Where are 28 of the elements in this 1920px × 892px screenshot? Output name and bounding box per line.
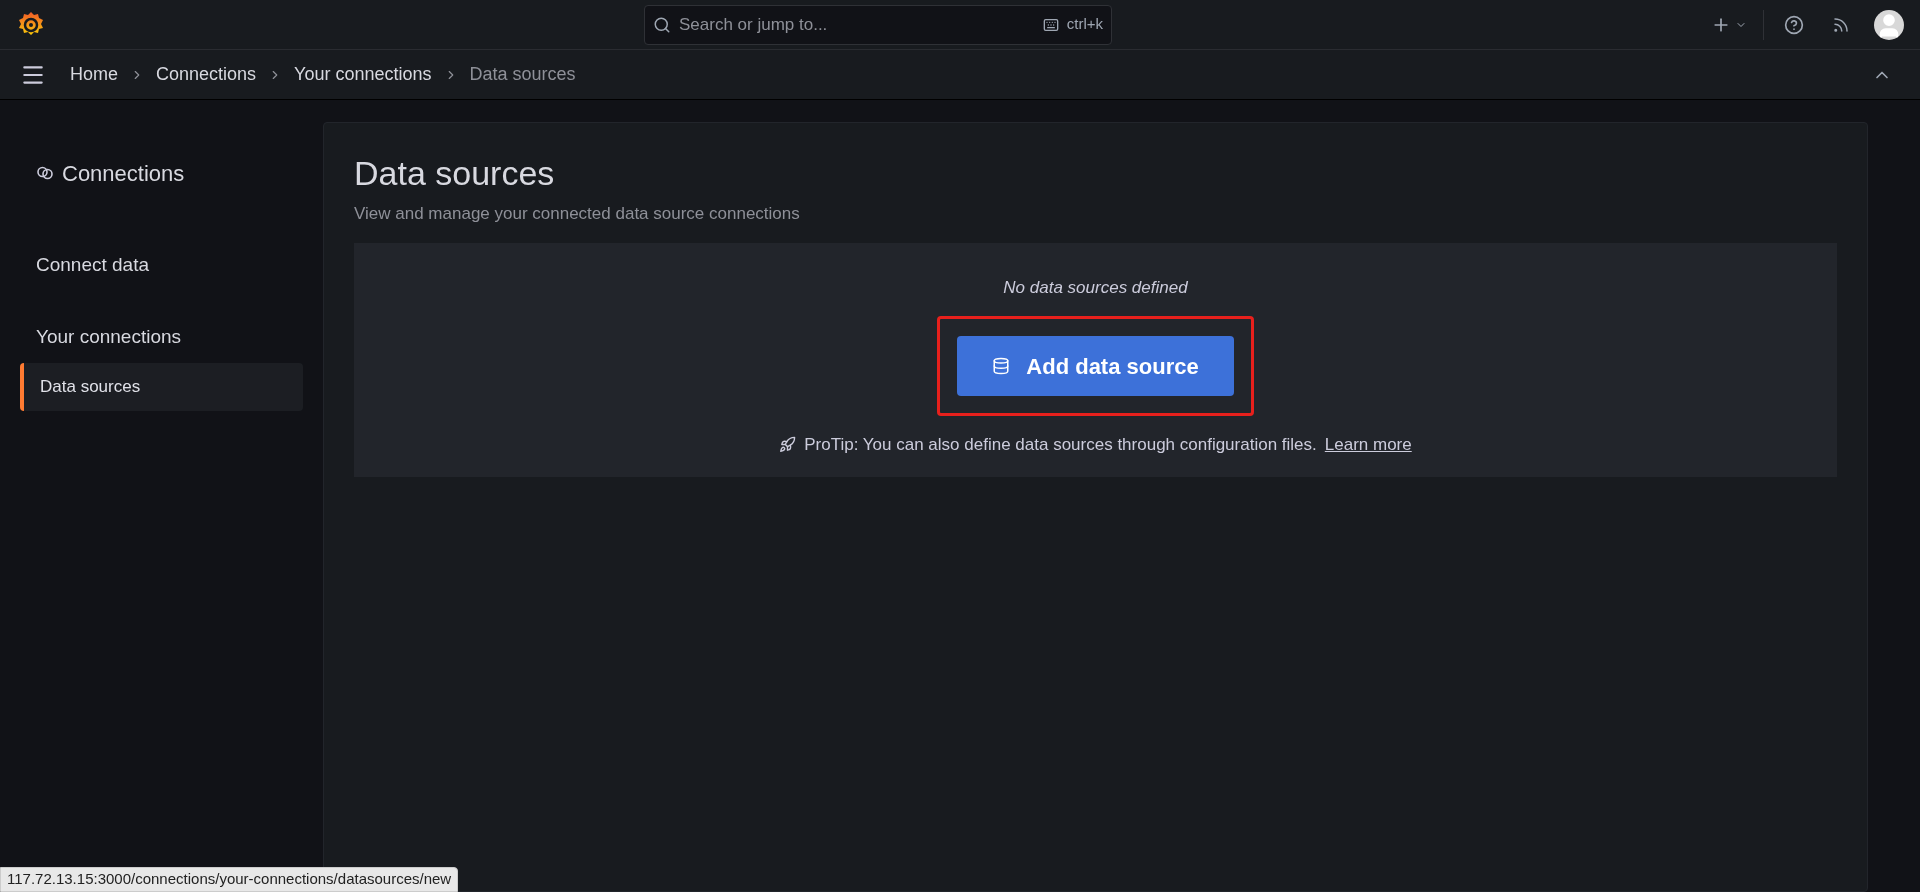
empty-message: No data sources defined: [1003, 276, 1188, 299]
breadcrumb-link[interactable]: Your connections: [294, 61, 432, 88]
help-icon: [1784, 14, 1804, 35]
keyboard-icon: [1042, 16, 1059, 33]
page-title: Data sources: [354, 153, 556, 194]
breadcrumb-link[interactable]: Connections: [156, 61, 257, 88]
help-button[interactable]: [1784, 14, 1804, 35]
database-icon: [992, 357, 1011, 375]
page-subtitle: View and manage your connected data source connections: [354, 203, 801, 225]
breadcrumb-link[interactable]: Data sources: [469, 61, 576, 88]
news-button[interactable]: [1832, 15, 1850, 34]
user-avatar[interactable]: [1874, 9, 1904, 40]
status-url: 117.72.13.15:3000/connections/your-connections/datasources/new: [0, 867, 459, 892]
rss-icon: [1832, 15, 1850, 34]
sidebar-title: Connections: [62, 159, 185, 188]
add-data-source-button[interactable]: Add data source: [957, 336, 1234, 396]
sidebar-section-link[interactable]: Your connections: [20, 317, 303, 357]
breadcrumb-link[interactable]: Home: [70, 61, 118, 88]
shortcut-hint: ctrl+k: [1066, 14, 1103, 35]
link-icon: [36, 164, 54, 182]
learn-more-link[interactable]: Learn more: [1324, 432, 1412, 458]
sidebar-section-link[interactable]: Connect data: [20, 245, 303, 285]
rocket-icon: [779, 436, 797, 454]
search-input[interactable]: Search or jump to...: [679, 11, 1035, 38]
search-field[interactable]: Search or jump to... ctrl+k: [644, 4, 1112, 45]
sidebar-item[interactable]: Data sources: [20, 363, 303, 411]
protip-text: ProTip: You can also define data sources through configuration files.: [804, 434, 1317, 456]
search-icon: [653, 15, 671, 34]
